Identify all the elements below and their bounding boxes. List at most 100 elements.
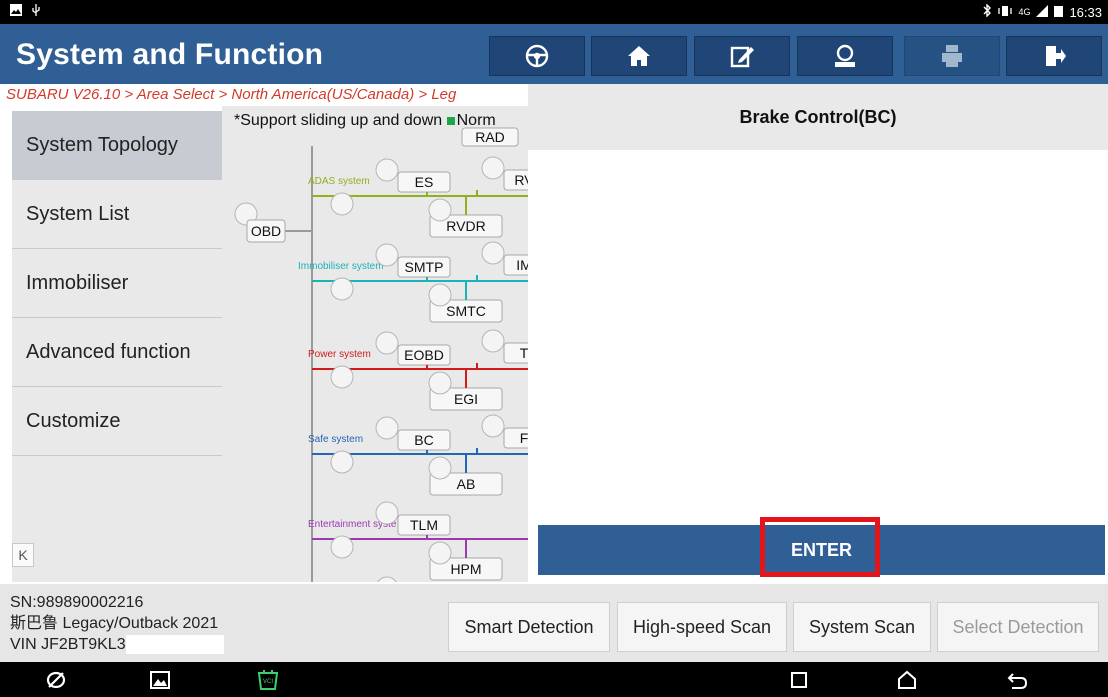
sidebar-item-label: System Topology (26, 133, 178, 156)
back-icon[interactable] (1004, 666, 1032, 694)
bluetooth-icon (982, 3, 992, 20)
highlight-box (760, 517, 880, 577)
node-knob (375, 501, 399, 525)
node-hpm: HPM (450, 561, 481, 577)
hint-text: *Support sliding up and down (234, 112, 443, 129)
node-egi: EGI (454, 391, 478, 407)
recent-apps-icon[interactable] (785, 666, 813, 694)
partial-node: RV (514, 172, 528, 188)
vehicle-info: SN:989890002216 斯巴鲁 Legacy/Outback 2021 … (10, 592, 224, 655)
node-knob (428, 283, 452, 307)
partial-node: F (520, 430, 528, 446)
group-name: Power system (308, 349, 371, 360)
breadcrumb: SUBARU V26.10 > Area Select > North Amer… (0, 84, 528, 106)
node-knob (428, 541, 452, 565)
group-name: ADAS system (308, 176, 370, 187)
sidebar-item-label: Immobiliser (26, 271, 129, 294)
vin-mask (125, 635, 224, 655)
serial-number: SN:989890002216 (10, 594, 144, 611)
node-knob (330, 450, 354, 474)
sidebar-item-immobiliser[interactable]: Immobiliser (12, 249, 222, 318)
node-smtp: SMTP (405, 259, 444, 275)
sidebar-item-label: Advanced function (26, 340, 191, 363)
sidebar-item-label: System List (26, 202, 130, 225)
node-knob (330, 365, 354, 389)
partial-knob (481, 241, 505, 265)
partial-knob (481, 414, 505, 438)
signal-icon (1036, 4, 1049, 20)
obd-node: OBD (251, 223, 281, 239)
browser-icon[interactable] (42, 666, 70, 694)
node-knob (375, 243, 399, 267)
panel-title: Brake Control(BC) (528, 84, 1108, 150)
title-bar: System and Function (0, 24, 1108, 84)
sidebar-item-label: Customize (26, 409, 121, 432)
node-bc: BC (414, 432, 433, 448)
vin: VIN JF2BT9KL3 (10, 636, 126, 653)
page-title: System and Function (16, 38, 324, 71)
steering-wheel-button[interactable] (489, 36, 585, 76)
node-ab: AB (457, 476, 476, 492)
home-button[interactable] (591, 36, 687, 76)
partial-node: IM (516, 257, 528, 273)
battery-icon (1054, 5, 1064, 20)
node-knob (375, 158, 399, 182)
vci-icon[interactable]: VCI (254, 666, 282, 694)
node-knob (375, 331, 399, 355)
hint-legend-text: Norm (456, 112, 496, 129)
exit-button[interactable] (1006, 36, 1102, 76)
high-speed-scan-button[interactable]: High-speed Scan (617, 602, 787, 652)
node-knob (375, 416, 399, 440)
select-detection-button[interactable]: Select Detection (937, 602, 1099, 652)
vehicle-model: 斯巴鲁 Legacy/Outback 2021 (10, 615, 219, 632)
edit-icon (730, 46, 754, 68)
partial-knob (481, 329, 505, 353)
node-rvdr: RVDR (446, 218, 485, 234)
sidebar-item-system-topology[interactable]: System Topology (12, 111, 222, 180)
support-button[interactable] (797, 36, 893, 76)
node-knob (330, 277, 354, 301)
normal-legend-swatch (446, 117, 455, 125)
vin-row: VIN JF2BT9KL3 (10, 634, 224, 655)
sidebar: System Topology System List Immobiliser … (12, 111, 222, 456)
home-nav-icon[interactable] (893, 666, 921, 694)
node-knob (330, 535, 354, 559)
steering-wheel-icon (525, 44, 549, 68)
node-knob (428, 371, 452, 395)
print-icon (942, 45, 962, 67)
group-name: Immobiliser system (298, 261, 384, 272)
group-name: Safe system (308, 434, 363, 445)
signal-label: 4G (1018, 7, 1031, 17)
edit-button[interactable] (694, 36, 790, 76)
exit-icon (1046, 46, 1066, 66)
svg-text:VCI: VCI (263, 679, 273, 685)
usb-icon (30, 4, 42, 19)
node-knob (428, 198, 452, 222)
sidebar-item-advanced-function[interactable]: Advanced function (12, 318, 222, 387)
system-scan-button[interactable]: System Scan (793, 602, 931, 652)
smart-detection-button[interactable]: Smart Detection (448, 602, 610, 652)
support-icon (835, 44, 855, 67)
print-button[interactable] (904, 36, 1000, 76)
node-knob (428, 456, 452, 480)
partial-node: T (520, 345, 528, 361)
collapse-sidebar-button[interactable]: K (12, 543, 34, 567)
bottom-knob (377, 576, 397, 582)
node-tlm: TLM (410, 517, 438, 533)
partial-node-top: RAD (475, 129, 505, 145)
system-topology-diagram[interactable]: RAD OBD ADAS system ES RV RVDR Immobiliser sys… (222, 106, 528, 582)
android-nav-bar: VCI (0, 662, 1108, 697)
home-icon (628, 46, 650, 66)
sidebar-item-system-list[interactable]: System List (12, 180, 222, 249)
topology-graph: RAD OBD ADAS system ES RV RVDR Immobiliser sys… (234, 127, 528, 582)
image-notification-icon (10, 4, 22, 19)
node-knob (330, 192, 354, 216)
node-es: ES (415, 174, 434, 190)
topology-hint: *Support sliding up and down Norm (234, 112, 496, 130)
sidebar-item-customize[interactable]: Customize (12, 387, 222, 456)
status-bar: 4G 16:33 (0, 0, 1108, 24)
vibrate-icon (998, 5, 1013, 20)
node-eobd: EOBD (404, 347, 444, 363)
partial-knob (481, 156, 505, 180)
gallery-icon[interactable] (146, 666, 174, 694)
